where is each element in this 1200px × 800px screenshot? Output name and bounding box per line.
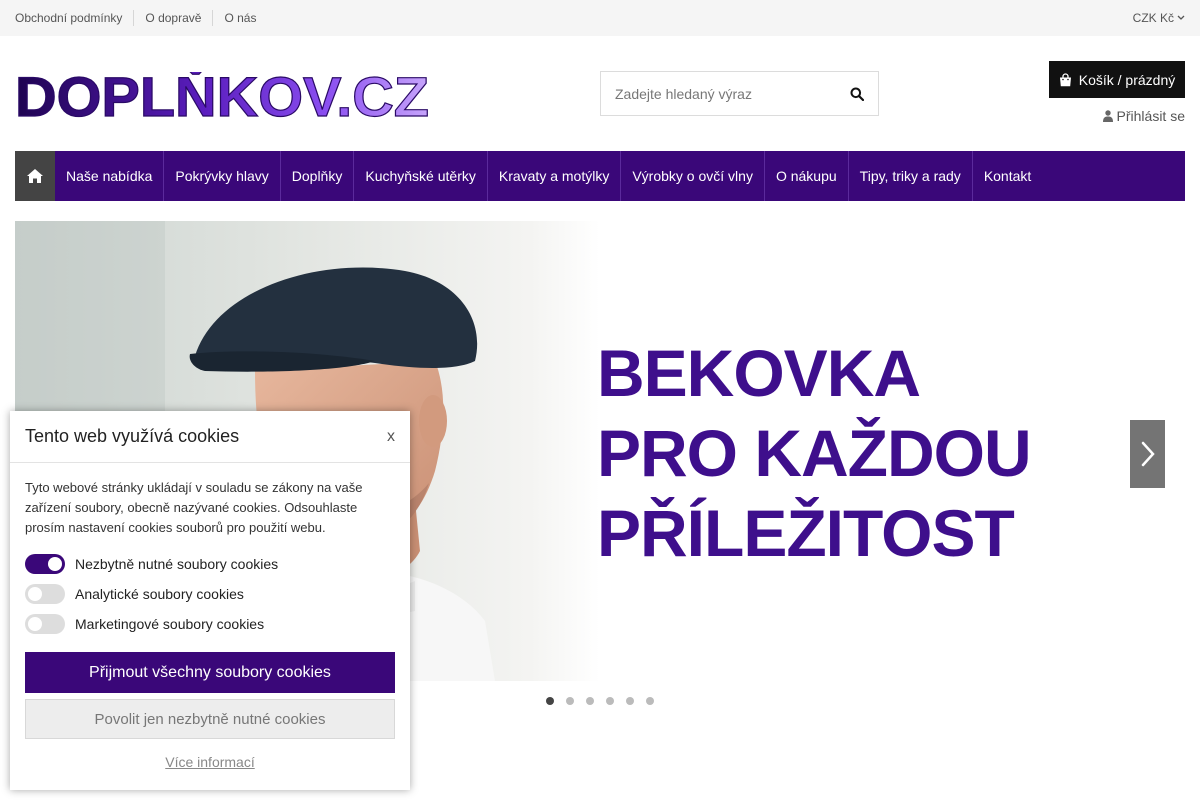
hero-line-1: BEKOVKA bbox=[597, 336, 921, 410]
marketing-cookies-toggle[interactable] bbox=[25, 614, 65, 634]
accept-necessary-cookies-button[interactable]: Povolit jen nezbytně nutné cookies bbox=[25, 699, 395, 739]
cookie-dialog-text: Tyto webové stránky ukládají v souladu s… bbox=[25, 480, 363, 535]
slider-dot-5[interactable] bbox=[626, 697, 634, 705]
slider-dot-4[interactable] bbox=[606, 697, 614, 705]
necessary-cookies-toggle[interactable] bbox=[25, 554, 65, 574]
nav-item-shopping-info[interactable]: O nákupu bbox=[765, 151, 849, 201]
marketing-cookies-label: Marketingové soubory cookies bbox=[75, 616, 265, 632]
slider-dot-1[interactable] bbox=[546, 697, 554, 705]
chevron-down-icon bbox=[1177, 15, 1185, 20]
hero-line-2: PRO KAŽDOU bbox=[597, 416, 1032, 490]
search-icon bbox=[850, 87, 864, 101]
search-input[interactable] bbox=[601, 72, 837, 115]
nav-item-headwear[interactable]: Pokrývky hlavy bbox=[164, 151, 281, 201]
main-nav: Naše nabídka Pokrývky hlavy Doplňky Kuch… bbox=[15, 151, 1185, 201]
shopping-bag-icon bbox=[1059, 72, 1071, 86]
search-button[interactable] bbox=[836, 72, 878, 115]
slider-dot-2[interactable] bbox=[566, 697, 574, 705]
cookie-dialog-header: Tento web využívá cookies x bbox=[10, 411, 410, 463]
cart-label: Košík / prázdný bbox=[1078, 71, 1176, 88]
top-links: Obchodní podmínky O dopravě O nás bbox=[15, 0, 267, 36]
currency-selector[interactable]: CZK Kč bbox=[1133, 0, 1185, 36]
nav-item-accessories[interactable]: Doplňky bbox=[281, 151, 355, 201]
more-info-link[interactable]: Více informací bbox=[10, 754, 410, 770]
hero-line-3: PŘÍLEŽITOST bbox=[597, 496, 1015, 570]
nav-item-ties[interactable]: Kravaty a motýlky bbox=[488, 151, 622, 201]
site-logo[interactable]: DOPLŇKOV.CZ bbox=[15, 72, 431, 120]
cookie-option-necessary: Nezbytně nutné soubory cookies bbox=[25, 553, 278, 575]
close-button[interactable]: x bbox=[387, 428, 395, 446]
about-link[interactable]: O nás bbox=[212, 10, 267, 26]
shipping-link[interactable]: O dopravě bbox=[133, 10, 212, 26]
accept-all-cookies-button[interactable]: Přijmout všechny soubory cookies bbox=[25, 652, 395, 693]
nav-item-wool-products[interactable]: Výrobky o ovčí vlny bbox=[621, 151, 765, 201]
slider-next-button[interactable] bbox=[1130, 420, 1165, 488]
user-icon bbox=[1102, 110, 1113, 122]
analytics-cookies-toggle[interactable] bbox=[25, 584, 65, 604]
logo-text: DOPLŇKOV.CZ bbox=[15, 72, 429, 120]
currency-label: CZK Kč bbox=[1132, 11, 1174, 25]
cookie-dialog-title: Tento web využívá cookies bbox=[25, 426, 240, 446]
search-box bbox=[600, 71, 879, 116]
login-label: Přihlásit se bbox=[1116, 108, 1185, 124]
slider-dot-6[interactable] bbox=[646, 697, 654, 705]
cart-button[interactable]: Košík / prázdný bbox=[1049, 61, 1185, 98]
chevron-right-icon bbox=[1141, 441, 1155, 467]
nav-item-tips[interactable]: Tipy, triky a rady bbox=[849, 151, 973, 201]
hero-headline: BEKOVKA PRO KAŽDOU PŘÍLEŽITOST bbox=[597, 333, 1032, 573]
cookie-option-marketing: Marketingové soubory cookies bbox=[25, 613, 264, 635]
slider-dot-3[interactable] bbox=[586, 697, 594, 705]
analytics-cookies-label: Analytické soubory cookies bbox=[75, 586, 244, 602]
top-bar: Obchodní podmínky O dopravě O nás CZK Kč bbox=[0, 0, 1200, 36]
cookie-option-analytics: Analytické soubory cookies bbox=[25, 583, 244, 605]
home-icon bbox=[27, 169, 43, 183]
slider-dots bbox=[546, 697, 666, 705]
terms-link[interactable]: Obchodní podmínky bbox=[15, 10, 133, 26]
nav-item-offer[interactable]: Naše nabídka bbox=[55, 151, 165, 201]
home-button[interactable] bbox=[15, 151, 55, 201]
necessary-cookies-label: Nezbytně nutné soubory cookies bbox=[75, 556, 279, 572]
login-link[interactable]: Přihlásit se bbox=[1102, 108, 1185, 124]
nav-item-kitchen-towels[interactable]: Kuchyňské utěrky bbox=[354, 151, 488, 201]
cookie-dialog: Tento web využívá cookies x Tyto webové … bbox=[10, 411, 410, 790]
nav-item-contact[interactable]: Kontakt bbox=[973, 151, 1042, 201]
